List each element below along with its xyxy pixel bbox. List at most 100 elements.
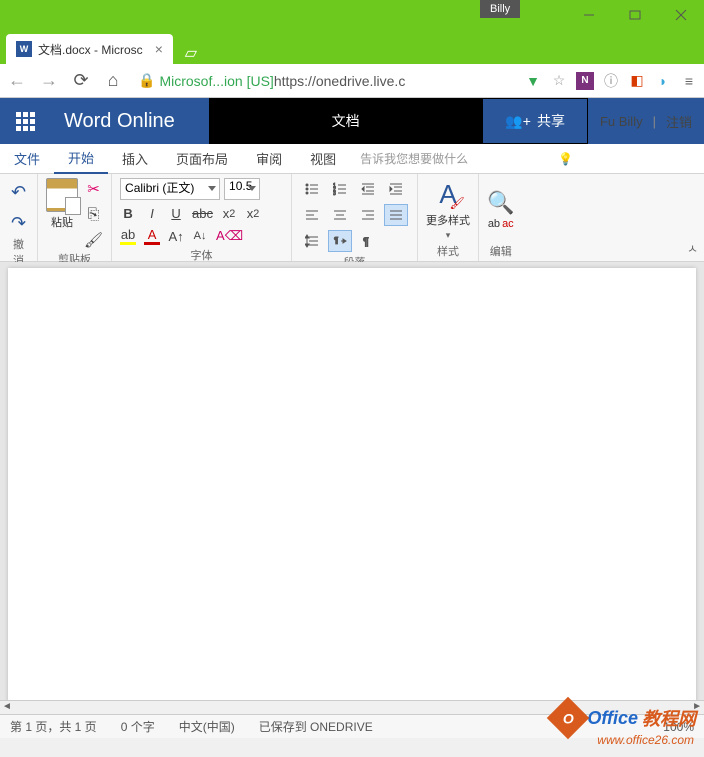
url-origin: Microsof...ion [US] — [159, 73, 273, 89]
align-justify-button[interactable] — [384, 204, 408, 226]
tab-review[interactable]: 审阅 — [242, 144, 296, 174]
app-name: Word Online — [50, 110, 209, 133]
new-tab-button[interactable]: ▱ — [179, 42, 203, 64]
watermark-text1: Office — [587, 708, 638, 729]
watermark-text2: 教程网 — [642, 705, 696, 731]
star-icon[interactable]: ☆ — [550, 72, 568, 90]
document-page[interactable] — [8, 268, 696, 708]
app-header: Word Online 文档 👥+ 共享 Fu Billy | 注销 — [0, 98, 704, 144]
group-edit: 🔍 abac 编辑 — [479, 174, 522, 261]
watermark-icon: O — [547, 697, 589, 739]
find-button[interactable]: 🔍 abac — [487, 190, 514, 230]
office-ext-icon[interactable]: ◧ — [628, 72, 646, 90]
cut-button[interactable]: ✂ — [84, 180, 103, 198]
more-styles-label: 更多样式 — [426, 212, 470, 228]
find-icon: 🔍 — [487, 190, 514, 216]
group-paragraph: 123 ¶ ¶ 段落 — [292, 174, 418, 261]
collapse-ribbon-button[interactable]: ㅅ — [687, 240, 698, 257]
font-color-button[interactable]: A — [144, 227, 160, 245]
status-language[interactable]: 中文(中国) — [179, 718, 235, 735]
undo-button[interactable]: ↶ — [11, 182, 27, 203]
url-field[interactable]: 🔒 Microsof...ion [US] https://onedrive.l… — [134, 68, 514, 94]
tab-close-icon[interactable]: × — [155, 41, 163, 57]
indent-button[interactable] — [384, 178, 408, 200]
status-save: 已保存到 ONEDRIVE — [259, 718, 373, 735]
document-title[interactable]: 文档 — [209, 98, 483, 144]
tab-view[interactable]: 视图 — [296, 144, 350, 174]
text-direction-button[interactable]: ¶ — [328, 230, 352, 252]
status-words[interactable]: 0 个字 — [121, 718, 155, 735]
font-size-select[interactable]: 10.5 — [224, 178, 260, 200]
home-button[interactable]: ⌂ — [102, 70, 124, 91]
close-button[interactable] — [658, 0, 704, 30]
window-titlebar: Billy — [0, 0, 704, 30]
maximize-button[interactable] — [612, 0, 658, 30]
menu-icon[interactable]: ≡ — [680, 72, 698, 90]
group-undo: ↶ ↷ 撤消 — [0, 174, 38, 261]
tell-me-input[interactable]: 告诉我您想要做什么 💡 — [350, 150, 583, 167]
numbering-button[interactable]: 123 — [328, 178, 352, 200]
divider: | — [653, 114, 656, 129]
align-right-button[interactable] — [356, 204, 380, 226]
paste-icon — [46, 178, 78, 212]
paste-button[interactable]: 粘贴 — [46, 178, 78, 230]
status-pages[interactable]: 第 1 页，共 1 页 — [10, 718, 97, 735]
ribbon: ↶ ↷ 撤消 粘贴 ✂ ⎘ 🖌 剪贴板 Calibri (正文) 10.5 — [0, 174, 704, 262]
reload-button[interactable]: ⟳ — [70, 70, 92, 91]
document-area — [0, 262, 704, 714]
ext-icon[interactable]: ◗ — [654, 72, 672, 90]
svg-text:3: 3 — [333, 191, 336, 196]
tab-file[interactable]: 文件 — [0, 144, 54, 174]
italic-button[interactable]: I — [144, 206, 160, 221]
bullets-button[interactable] — [300, 178, 324, 200]
more-styles-button[interactable]: A🖌 更多样式 ▾ — [426, 179, 470, 241]
outdent-button[interactable] — [356, 178, 380, 200]
shield-icon[interactable]: ▼ — [524, 72, 542, 90]
back-button[interactable]: ← — [6, 70, 28, 91]
strike-button[interactable]: abc — [192, 206, 213, 221]
paragraph-mark-button[interactable]: ¶ — [356, 230, 380, 252]
format-painter-button[interactable]: 🖌 — [84, 231, 103, 249]
subscript-button[interactable]: x2 — [221, 206, 237, 221]
onenote-icon[interactable]: N — [576, 72, 594, 90]
svg-text:¶: ¶ — [334, 236, 338, 245]
group-label-styles: 样式 — [437, 241, 459, 261]
bulb-icon: 💡 — [558, 152, 573, 166]
grow-font-button[interactable]: A↑ — [168, 229, 184, 244]
share-icon: 👥+ — [505, 113, 531, 130]
info-icon[interactable]: ⓘ — [602, 72, 620, 90]
url-path: https://onedrive.live.c — [274, 73, 406, 89]
profile-badge[interactable]: Billy — [480, 0, 520, 18]
redo-button[interactable]: ↷ — [11, 213, 27, 234]
tab-layout[interactable]: 页面布局 — [162, 144, 242, 174]
share-button[interactable]: 👥+ 共享 — [482, 98, 588, 144]
tab-home[interactable]: 开始 — [54, 144, 108, 174]
highlight-button[interactable]: ab — [120, 227, 136, 245]
line-spacing-button[interactable] — [300, 230, 324, 252]
word-favicon: W — [16, 41, 32, 57]
tab-title: 文档.docx - Microsc — [38, 41, 143, 58]
chevron-down-icon: ▾ — [446, 230, 451, 241]
bold-button[interactable]: B — [120, 206, 136, 221]
tab-insert[interactable]: 插入 — [108, 144, 162, 174]
styles-icon: A🖌 — [439, 179, 456, 210]
forward-button[interactable]: → — [38, 70, 60, 91]
font-name-select[interactable]: Calibri (正文) — [120, 178, 220, 200]
paste-label: 粘贴 — [51, 214, 73, 230]
superscript-button[interactable]: x2 — [245, 206, 261, 221]
user-name[interactable]: Fu Billy — [600, 114, 643, 129]
align-center-button[interactable] — [328, 204, 352, 226]
shrink-font-button[interactable]: A↓ — [192, 230, 208, 242]
browser-tab[interactable]: W 文档.docx - Microsc × — [6, 34, 173, 64]
underline-button[interactable]: U — [168, 206, 184, 221]
copy-button[interactable]: ⎘ — [84, 206, 103, 223]
minimize-button[interactable] — [566, 0, 612, 30]
sign-out-link[interactable]: 注销 — [666, 112, 692, 131]
group-font: Calibri (正文) 10.5 B I U abc x2 x2 ab A A… — [112, 174, 292, 261]
group-clipboard: 粘贴 ✂ ⎘ 🖌 剪贴板 — [38, 174, 112, 261]
browser-tab-strip: W 文档.docx - Microsc × ▱ — [0, 30, 704, 64]
app-launcher[interactable] — [0, 98, 50, 144]
align-left-button[interactable] — [300, 204, 324, 226]
watermark: O Office 教程网 — [553, 703, 696, 733]
clear-format-button[interactable]: A⌫ — [216, 228, 243, 244]
